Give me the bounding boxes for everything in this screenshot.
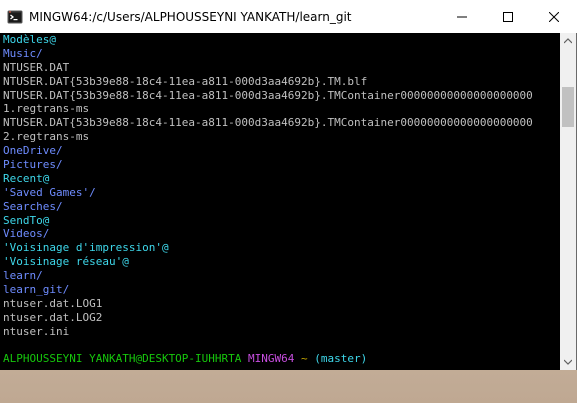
prompt-system: MINGW64 [248, 352, 295, 366]
terminal-line: 'Saved Games'/ [3, 185, 96, 199]
terminal-line: learn_git/ [3, 283, 70, 297]
chevron-down-icon [564, 359, 572, 365]
prompt-path: ~ [301, 352, 308, 366]
terminal-line: 'Voisinage d'impression'@ [3, 241, 169, 255]
terminal-line: NTUSER.DAT [3, 60, 70, 74]
shell-prompt: ALPHOUSSEYNI YANKATH@DESKTOP-IUHHRTA MIN… [3, 352, 560, 366]
terminal-line: OneDrive/ [3, 144, 63, 158]
terminal-line: NTUSER.DAT{53b39e88-18c4-11ea-a811-000d3… [3, 74, 368, 88]
terminal-line: 'Voisinage réseau'@ [3, 255, 129, 269]
maximize-button[interactable] [485, 0, 531, 33]
terminal-line: NTUSER.DAT{53b39e88-18c4-11ea-a811-000d3… [3, 116, 533, 130]
terminal-line: 1.regtrans-ms [3, 102, 90, 116]
terminal-line: Videos/ [3, 227, 50, 241]
chevron-up-icon [564, 38, 572, 44]
vertical-scrollbar[interactable] [560, 33, 576, 370]
git-bash-icon[interactable] [7, 9, 23, 25]
close-button[interactable] [531, 0, 577, 33]
minimize-button[interactable] [439, 0, 485, 33]
terminal-line: SendTo@ [3, 213, 50, 227]
prompt-branch: (master) [314, 352, 368, 366]
terminal-line: learn/ [3, 269, 43, 283]
minimize-icon [457, 16, 467, 17]
window-controls [439, 0, 577, 33]
terminal-line: Recent@ [3, 171, 50, 185]
terminal-line: Pictures/ [3, 158, 63, 172]
terminal-window[interactable]: MINGW64:/c/Users/ALPHOUSSEYNI YANKATH/le… [0, 0, 577, 370]
maximize-icon [503, 11, 513, 22]
terminal-line: 2.regtrans-ms [3, 130, 90, 144]
terminal-lines: Modèles@ Music/NTUSER.DAT NTUSER.DAT{53b39… [3, 33, 560, 352]
terminal-output[interactable]: Modèles@ Music/NTUSER.DAT NTUSER.DAT{53b39… [0, 33, 560, 370]
scroll-thumb[interactable] [562, 87, 574, 127]
title-bar[interactable]: MINGW64:/c/Users/ALPHOUSSEYNI YANKATH/le… [0, 0, 577, 33]
window-title: MINGW64:/c/Users/ALPHOUSSEYNI YANKATH/le… [29, 9, 352, 24]
prompt-user-host: ALPHOUSSEYNI YANKATH@DESKTOP-IUHHRTA [3, 352, 242, 366]
terminal-line: ntuser.dat.LOG1 [3, 296, 103, 310]
scroll-down-button[interactable] [560, 354, 576, 370]
terminal-line: ntuser.ini [3, 324, 70, 338]
scroll-up-button[interactable] [560, 33, 576, 49]
terminal-line: Modèles@ [3, 33, 56, 46]
terminal-line: NTUSER.DAT{53b39e88-18c4-11ea-a811-000d3… [3, 88, 533, 102]
close-icon [549, 11, 559, 22]
terminal-line: Searches/ [3, 199, 63, 213]
terminal-line: ntuser.dat.LOG2 [3, 310, 103, 324]
terminal-line: Music/ [3, 46, 43, 60]
